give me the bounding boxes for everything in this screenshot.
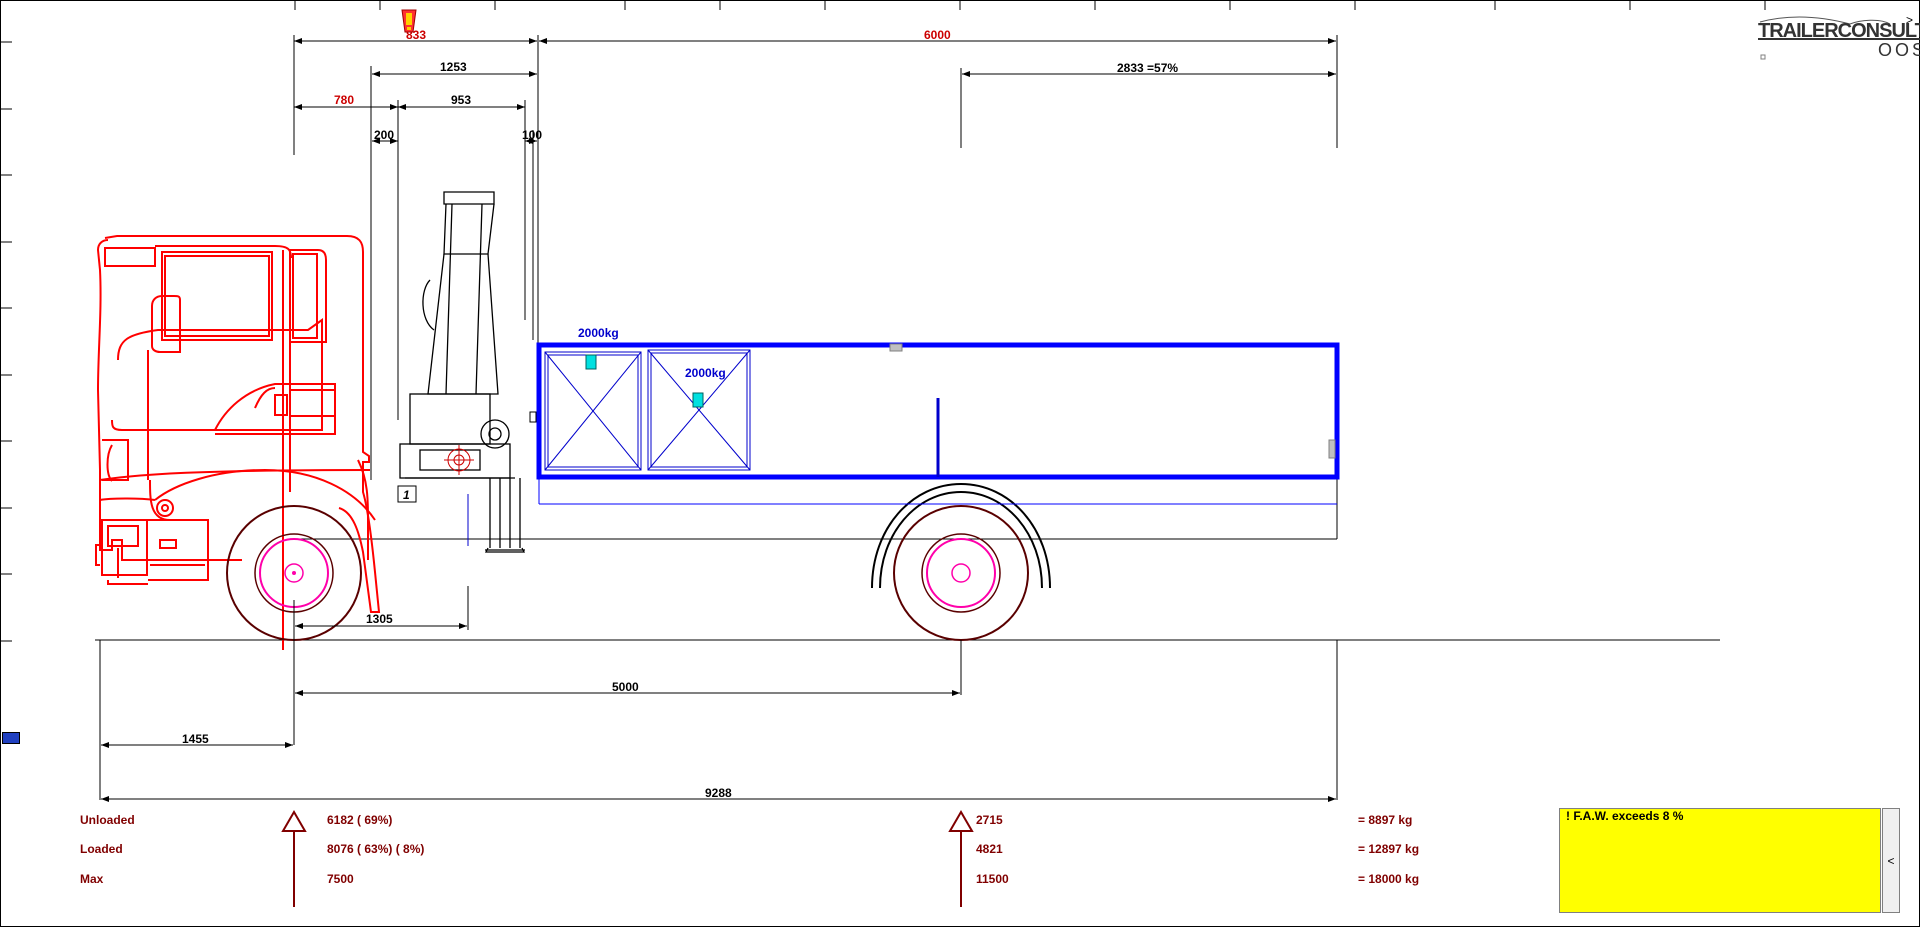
rear-max: 11500 [976,872,1009,886]
logo-text: TRAILERCONSULT [1758,20,1920,42]
rear-wheel [893,505,1029,641]
load-1-label: 2000kg [578,326,619,340]
dim-1253: 1253 [440,60,467,74]
top-dimension-arrows [294,38,1336,144]
front-unloaded: 6182 ( 69%) [327,813,393,827]
load-2-cog-icon [692,392,704,408]
crane[interactable] [399,191,526,553]
warning-scroll-button[interactable]: < [1882,808,1900,913]
total-unloaded: = 8897 kg [1358,813,1413,827]
rear-loaded: 4821 [976,842,1003,856]
dim-2833: 2833 =57% [1117,61,1178,75]
dim-780: 780 [334,93,354,107]
row-label-max: Max [80,872,104,886]
rear-fender [871,482,1051,589]
top-ruler [294,0,1766,10]
front-loaded: 8076 ( 63%) ( 8%) [327,842,425,856]
rear-axle-arrow-icon [948,810,974,907]
dim-5000: 5000 [612,680,639,694]
load-box-1[interactable] [544,351,642,471]
front-max: 7500 [327,872,354,886]
dim-6000: 6000 [924,28,951,42]
rear-unloaded: 2715 [976,813,1003,827]
dim-9288: 9288 [705,786,732,800]
cab-light-icon [156,499,174,517]
warning-marker-icon[interactable] [401,9,417,33]
drawing-canvas[interactable]: 833 6000 1253 2833 =57% 780 953 200 100 [0,0,1920,927]
front-axle-arrow-icon [281,810,307,907]
load-2-label: 2000kg [685,366,726,380]
canvas-border [0,0,1920,927]
dim-1305: 1305 [366,612,393,626]
side-toggle-button[interactable] [2,732,20,744]
dim-1455: 1455 [182,732,209,746]
left-ruler [0,41,12,642]
marker-label: 1 [403,488,410,502]
row-label-unloaded: Unloaded [80,813,135,827]
trailerconsult-logo: TRAILERCONSULT OOS [1758,16,1920,60]
truck-cab[interactable] [95,235,381,650]
total-max: = 18000 kg [1358,872,1420,886]
total-loaded: = 12897 kg [1358,842,1420,856]
warning-text: ! F.A.W. exceeds 8 % [1566,809,1684,823]
warning-box[interactable]: ! F.A.W. exceeds 8 % [1559,808,1881,913]
bottom-dimensions [99,586,1338,800]
bottom-dimension-arrows [101,623,1336,802]
dim-100: 100 [522,128,542,142]
load-1-cog-icon [585,354,597,370]
dim-200: 200 [374,128,394,142]
dim-953: 953 [451,93,471,107]
logo-sub: OOS [1878,40,1920,60]
row-label-loaded: Loaded [80,842,123,856]
